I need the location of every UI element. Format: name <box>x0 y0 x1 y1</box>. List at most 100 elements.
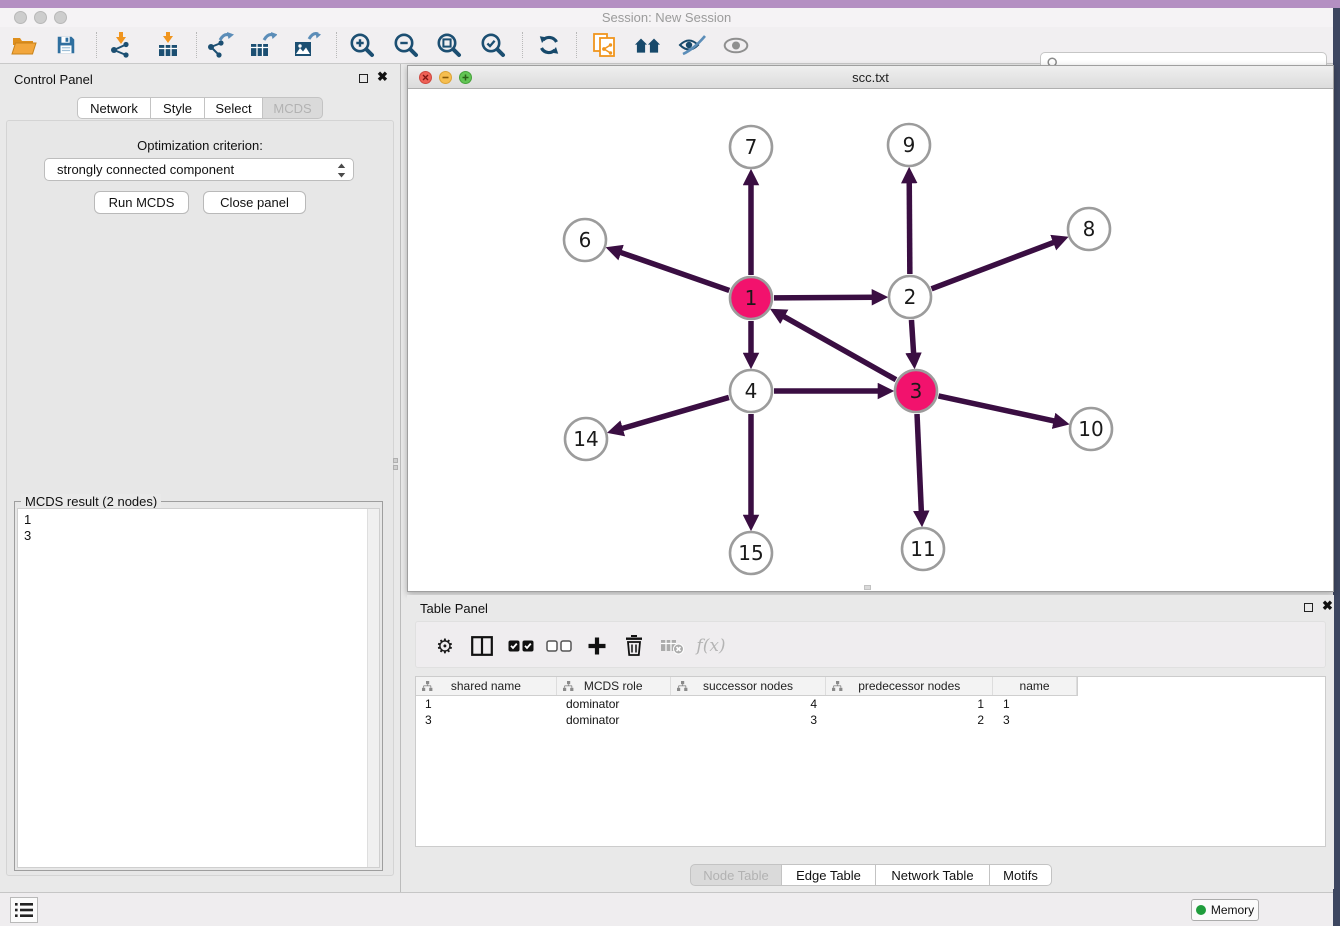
clone-network-icon[interactable] <box>584 29 624 61</box>
hide-selected-icon[interactable] <box>672 29 712 61</box>
table-settings-icon[interactable]: ⚙ <box>428 622 462 669</box>
main-toolbar <box>0 27 1333 64</box>
cell-successor-nodes[interactable]: 4 <box>671 696 827 712</box>
import-network-icon[interactable] <box>100 29 140 61</box>
cell-successor-nodes[interactable]: 3 <box>671 712 827 728</box>
graph-node-2[interactable]: 2 <box>889 276 931 318</box>
graph-node-9[interactable]: 9 <box>888 124 930 166</box>
graph-node-15[interactable]: 15 <box>730 532 772 574</box>
cell-shared-name[interactable]: 3 <box>416 712 557 728</box>
graph-node-4[interactable]: 4 <box>730 370 772 412</box>
zoom-out-icon[interactable] <box>386 29 426 61</box>
export-network-icon[interactable] <box>200 29 240 61</box>
optimization-select[interactable]: strongly connected component <box>44 158 354 181</box>
graph-node-11[interactable]: 11 <box>902 528 944 570</box>
export-table-icon[interactable] <box>243 29 283 61</box>
select-all-icon[interactable] <box>504 622 538 669</box>
graph-edge-2-9[interactable] <box>909 180 910 274</box>
graph-node-8[interactable]: 8 <box>1068 208 1110 250</box>
main-titlebar: Session: New Session <box>0 8 1333 27</box>
graph-node-3[interactable]: 3 <box>895 370 937 412</box>
tab-network-table[interactable]: Network Table <box>876 864 990 886</box>
table-tabs: Node TableEdge TableNetwork TableMotifs <box>690 864 1052 887</box>
cell-shared-name[interactable]: 1 <box>416 696 557 712</box>
deselect-all-icon[interactable] <box>542 622 576 669</box>
delete-table-icon[interactable] <box>656 622 690 669</box>
save-session-icon[interactable] <box>46 29 86 61</box>
close-panel-icon[interactable]: ✖ <box>377 69 388 85</box>
graph-edge-2-3[interactable] <box>911 320 913 356</box>
graph-node-7[interactable]: 7 <box>730 126 772 168</box>
export-image-icon[interactable] <box>287 29 327 61</box>
optimization-label: Optimization criterion: <box>0 138 400 153</box>
column-settings-icon[interactable] <box>465 622 499 669</box>
graph-node-1[interactable]: 1 <box>730 277 772 319</box>
result-line: 1 <box>18 512 379 528</box>
run-mcds-button[interactable]: Run MCDS <box>94 191 189 214</box>
table-header-row: shared nameMCDS rolesuccessor nodesprede… <box>416 677 1078 696</box>
cell-predecessor-nodes[interactable]: 2 <box>827 712 994 728</box>
graph-edge-2-8[interactable] <box>932 241 1057 288</box>
column-header-shared-name[interactable]: shared name <box>416 677 557 695</box>
zoom-fit-icon[interactable] <box>429 29 469 61</box>
graph-edge-4-14[interactable] <box>620 397 729 429</box>
control-panel: Control Panel ✖ NetworkStyleSelectMCDS O… <box>0 64 400 892</box>
graph-edge-3-10[interactable] <box>938 396 1056 422</box>
graph-edge-3-11[interactable] <box>917 414 921 514</box>
desktop-wallpaper-strip <box>0 0 1340 8</box>
cell-name[interactable]: 1 <box>994 696 1078 712</box>
graph-edge-3-1[interactable] <box>781 315 895 380</box>
tab-motifs[interactable]: Motifs <box>990 864 1052 886</box>
status-bar: Memory <box>0 892 1333 926</box>
tab-network[interactable]: Network <box>77 97 151 119</box>
cell-MCDS-role[interactable]: dominator <box>557 696 671 712</box>
float-panel-icon[interactable] <box>359 74 368 83</box>
column-header-name[interactable]: name <box>993 677 1077 695</box>
cell-name[interactable]: 3 <box>994 712 1078 728</box>
column-header-successor-nodes[interactable]: successor nodes <box>671 677 827 695</box>
add-icon[interactable] <box>580 622 614 669</box>
open-file-icon[interactable] <box>4 29 44 61</box>
mcds-result-area[interactable]: 13 <box>17 508 380 868</box>
table-row[interactable]: 3dominator323 <box>416 712 1078 728</box>
graph-edge-1-2[interactable] <box>774 297 875 298</box>
task-history-button[interactable] <box>10 897 38 923</box>
memory-button[interactable]: Memory <box>1191 899 1259 921</box>
network-titlebar[interactable]: scc.txt <box>408 66 1333 89</box>
function-builder-icon[interactable]: f(x) <box>694 622 728 669</box>
cell-predecessor-nodes[interactable]: 1 <box>827 696 994 712</box>
delete-icon[interactable] <box>617 622 651 669</box>
graph-node-10[interactable]: 10 <box>1070 408 1112 450</box>
graph-node-14[interactable]: 14 <box>565 418 607 460</box>
canvas-scroll-nub[interactable] <box>864 585 871 590</box>
first-neighbors-icon[interactable] <box>628 29 668 61</box>
column-header-predecessor-nodes[interactable]: predecessor nodes <box>826 677 993 695</box>
show-all-icon[interactable] <box>716 29 756 61</box>
tab-node-table[interactable]: Node Table <box>690 864 782 886</box>
tab-mcds[interactable]: MCDS <box>263 97 323 119</box>
table-row[interactable]: 1dominator411 <box>416 696 1078 712</box>
node-table: shared nameMCDS rolesuccessor nodesprede… <box>415 676 1326 847</box>
memory-status-icon <box>1196 905 1206 915</box>
graph-node-6[interactable]: 6 <box>564 219 606 261</box>
tab-style[interactable]: Style <box>151 97 205 119</box>
apply-layout-icon[interactable] <box>529 29 569 61</box>
graph-edge-1-6[interactable] <box>618 252 729 291</box>
svg-text:14: 14 <box>573 427 598 451</box>
close-panel-button[interactable]: Close panel <box>203 191 306 214</box>
zoom-selected-icon[interactable] <box>473 29 513 61</box>
table-toolbar: ⚙ <box>415 621 1326 668</box>
splitter-handle[interactable] <box>393 458 399 474</box>
result-scrollbar[interactable] <box>367 509 379 867</box>
import-table-icon[interactable] <box>148 29 188 61</box>
cell-MCDS-role[interactable]: dominator <box>557 712 671 728</box>
column-header-MCDS-role[interactable]: MCDS role <box>557 677 671 695</box>
panel-splitter[interactable] <box>400 64 401 892</box>
close-table-panel-icon[interactable]: ✖ <box>1322 598 1333 614</box>
zoom-in-icon[interactable] <box>342 29 382 61</box>
tab-select[interactable]: Select <box>205 97 263 119</box>
svg-text:1: 1 <box>745 286 758 310</box>
network-canvas[interactable]: 7 9 6 8 1 2 4 3 14 10 15 11 <box>408 89 1333 591</box>
float-table-panel-icon[interactable] <box>1304 603 1313 612</box>
tab-edge-table[interactable]: Edge Table <box>782 864 876 886</box>
